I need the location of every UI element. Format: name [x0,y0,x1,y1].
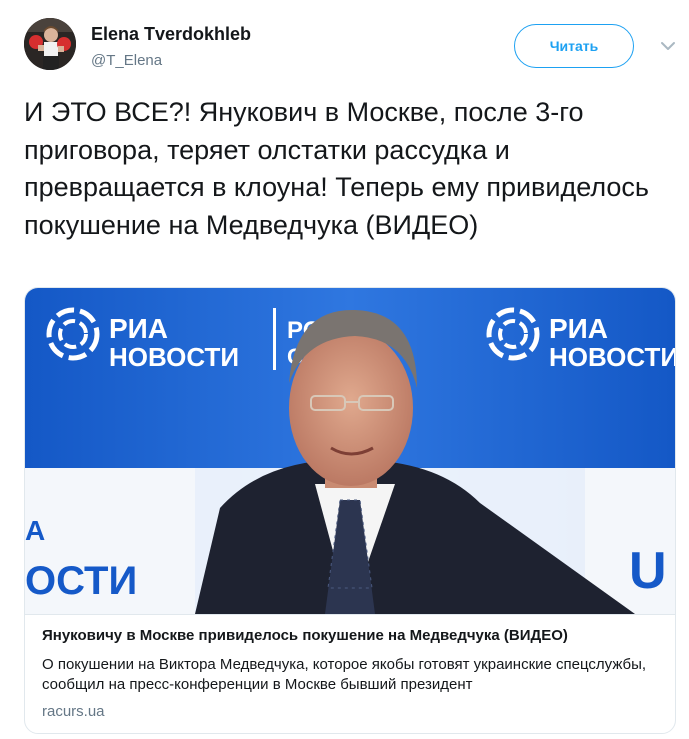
follow-button[interactable]: Читать [514,24,634,68]
card-domain[interactable]: racurs.ua [42,703,105,720]
card-title[interactable]: Януковичу в Москве привиделось покушение… [42,627,662,644]
user-handle[interactable]: @T_Elena [91,52,162,69]
chevron-down-icon[interactable] [660,40,676,52]
card-body[interactable]: Януковичу в Москве привиделось покушение… [25,614,675,720]
card-image: РИА НОВОСТИ РОС СЕГ РИА НОВОСТИ А ОСТИ U [25,288,675,614]
card-photo: РИА НОВОСТИ РОС СЕГ РИА НОВОСТИ А ОСТИ U [25,288,675,614]
card-description: О покушении на Виктора Медведчука, котор… [42,656,647,693]
logo-bottom-right: U [629,542,667,600]
tweet-text: И ЭТО ВСЕ?! Янукович в Москве, после 3-г… [24,97,649,240]
logo-right-line2: НОВОСТИ [549,342,675,372]
logo-left-line2: НОВОСТИ [109,342,239,372]
logo-right-line1: РИА [549,313,608,344]
avatar-image [24,18,76,70]
avatar[interactable] [24,18,76,70]
display-name[interactable]: Elena Tverdokhleb [91,24,251,45]
logo-bottom-left-line1: А [25,515,45,546]
logo-bottom-left-line2: ОСТИ [25,559,137,603]
link-card[interactable]: РИА НОВОСТИ РОС СЕГ РИА НОВОСТИ А ОСТИ U [24,287,676,734]
logo-left-line1: РИА [109,313,168,344]
